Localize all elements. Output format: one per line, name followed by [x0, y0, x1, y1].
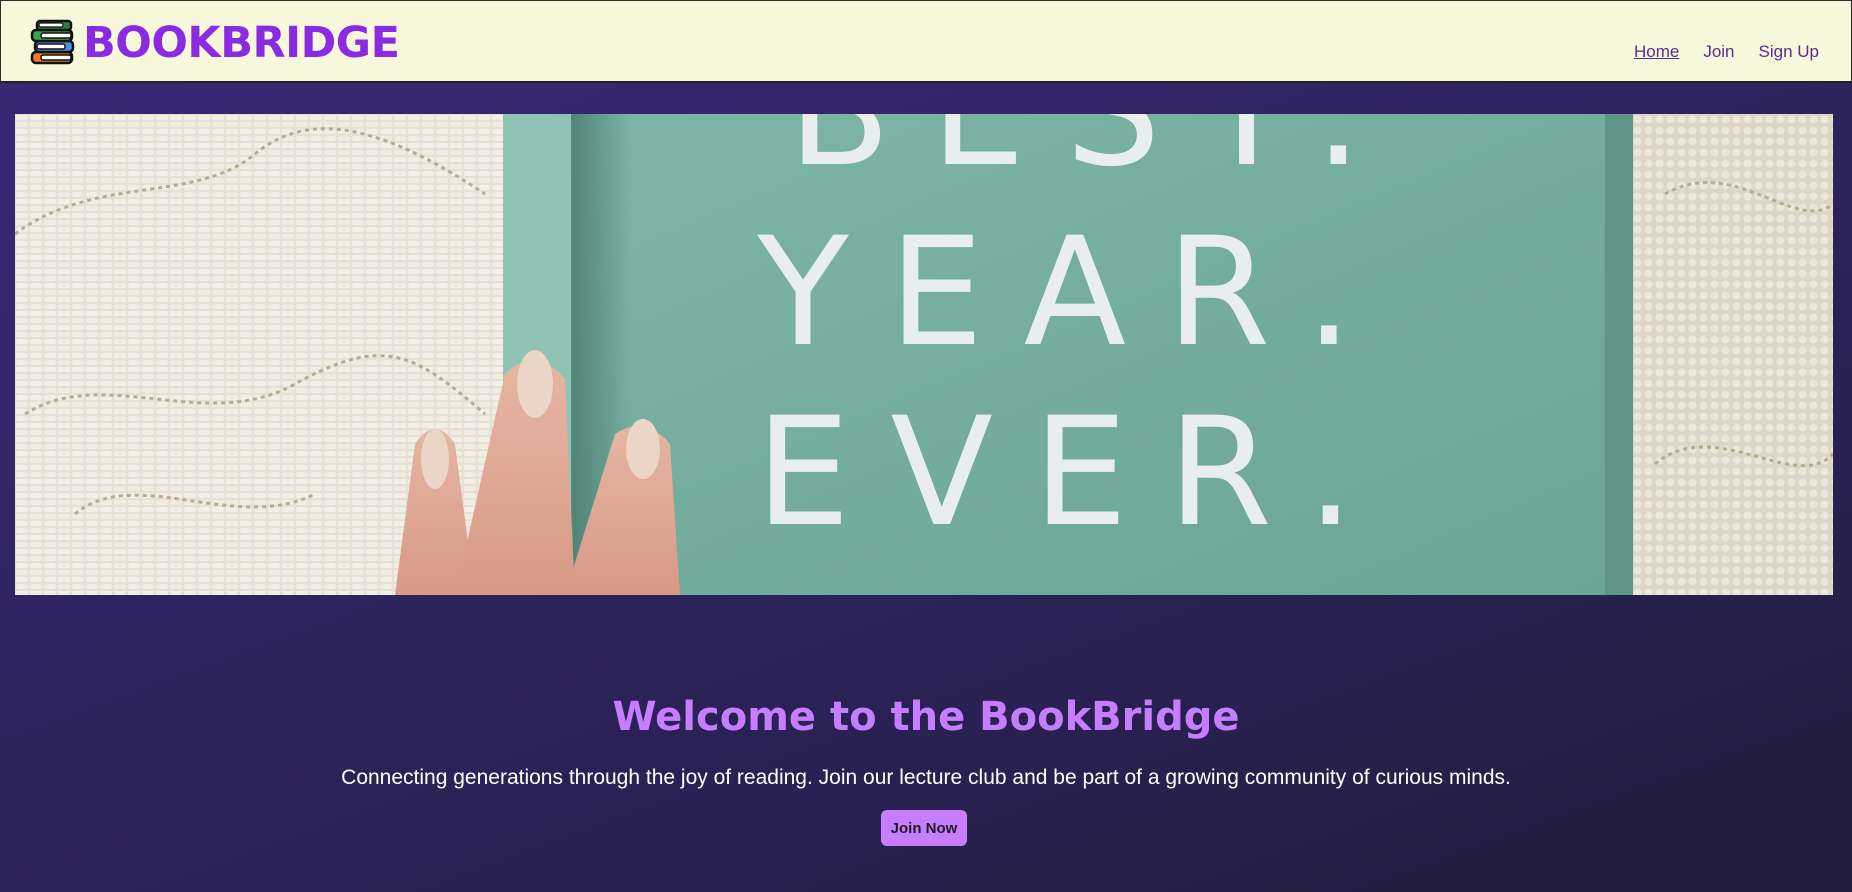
join-now-button[interactable]: Join Now	[881, 810, 967, 846]
site-header: BOOKBRIDGE Home Join Sign Up	[0, 0, 1852, 83]
main-nav: Home Join Sign Up	[1634, 42, 1819, 62]
cover-text-line-2: YEAR.	[756, 206, 1393, 380]
cover-text-line-1: BEST.	[788, 114, 1402, 200]
cover-text-line-3: EVER.	[756, 386, 1395, 560]
nav-join-link[interactable]: Join	[1703, 42, 1734, 62]
brand-name: BOOKBRIDGE	[83, 17, 400, 68]
welcome-tagline: Connecting generations through the joy o…	[341, 766, 1511, 789]
book-stack-icon	[30, 19, 75, 65]
welcome-heading: Welcome to the BookBridge	[612, 694, 1240, 740]
logo[interactable]: BOOKBRIDGE	[29, 17, 400, 68]
nav-home-link[interactable]: Home	[1634, 42, 1679, 62]
nav-signup-link[interactable]: Sign Up	[1759, 42, 1819, 62]
hero-photo: BEST. YEAR. EVER.	[15, 114, 1833, 595]
hero-image: BEST. YEAR. EVER.	[15, 114, 1833, 595]
